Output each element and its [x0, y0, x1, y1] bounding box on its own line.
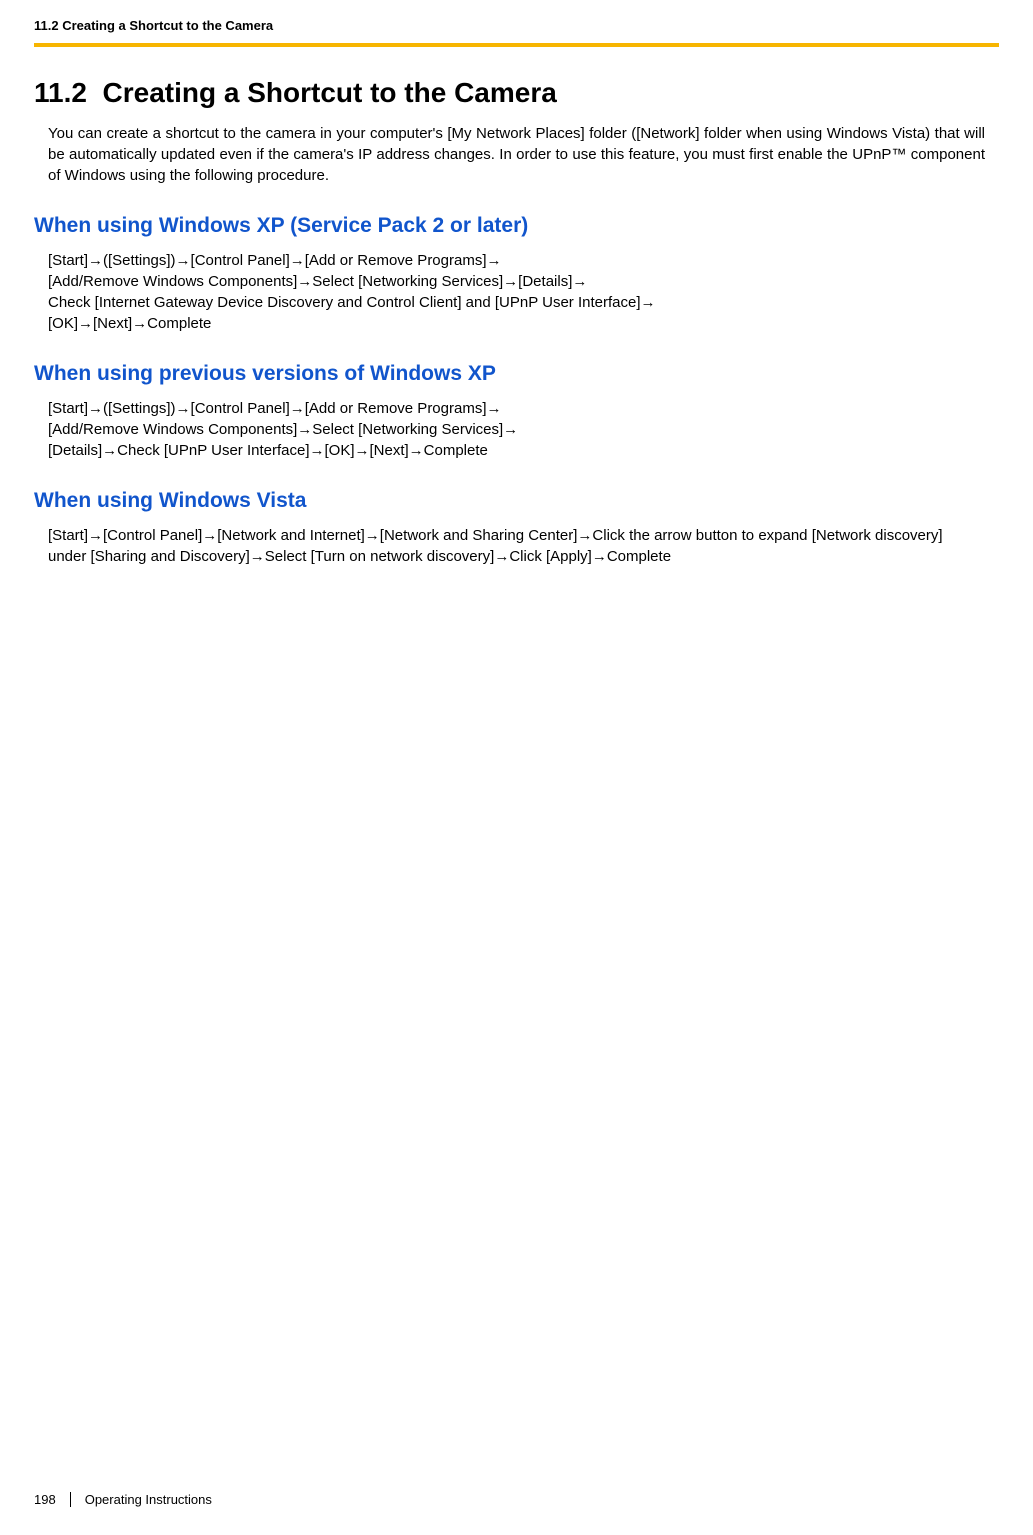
body-vista: [Start]→[Control Panel]→[Network and Int…	[48, 525, 985, 567]
header-rule	[34, 43, 999, 47]
section-number: 11.2	[34, 77, 87, 108]
section-intro: You can create a shortcut to the camera …	[48, 123, 985, 186]
subheading-vista: When using Windows Vista	[34, 489, 985, 513]
section-title-text: Creating a Shortcut to the Camera	[103, 77, 557, 108]
subheading-xp-sp2: When using Windows XP (Service Pack 2 or…	[34, 214, 985, 238]
section-title: 11.2 Creating a Shortcut to the Camera	[34, 77, 985, 109]
page-number: 198	[34, 1492, 71, 1507]
body-xp-prev: [Start]→([Settings])→[Control Panel]→[Ad…	[48, 398, 985, 461]
body-xp-sp2: [Start]→([Settings])→[Control Panel]→[Ad…	[48, 250, 985, 334]
page-footer: 198 Operating Instructions	[34, 1492, 212, 1507]
page-header-breadcrumb: 11.2 Creating a Shortcut to the Camera	[0, 0, 1033, 43]
subheading-xp-prev: When using previous versions of Windows …	[34, 362, 985, 386]
main-content: 11.2 Creating a Shortcut to the Camera Y…	[0, 77, 1033, 567]
doc-title: Operating Instructions	[71, 1492, 212, 1507]
